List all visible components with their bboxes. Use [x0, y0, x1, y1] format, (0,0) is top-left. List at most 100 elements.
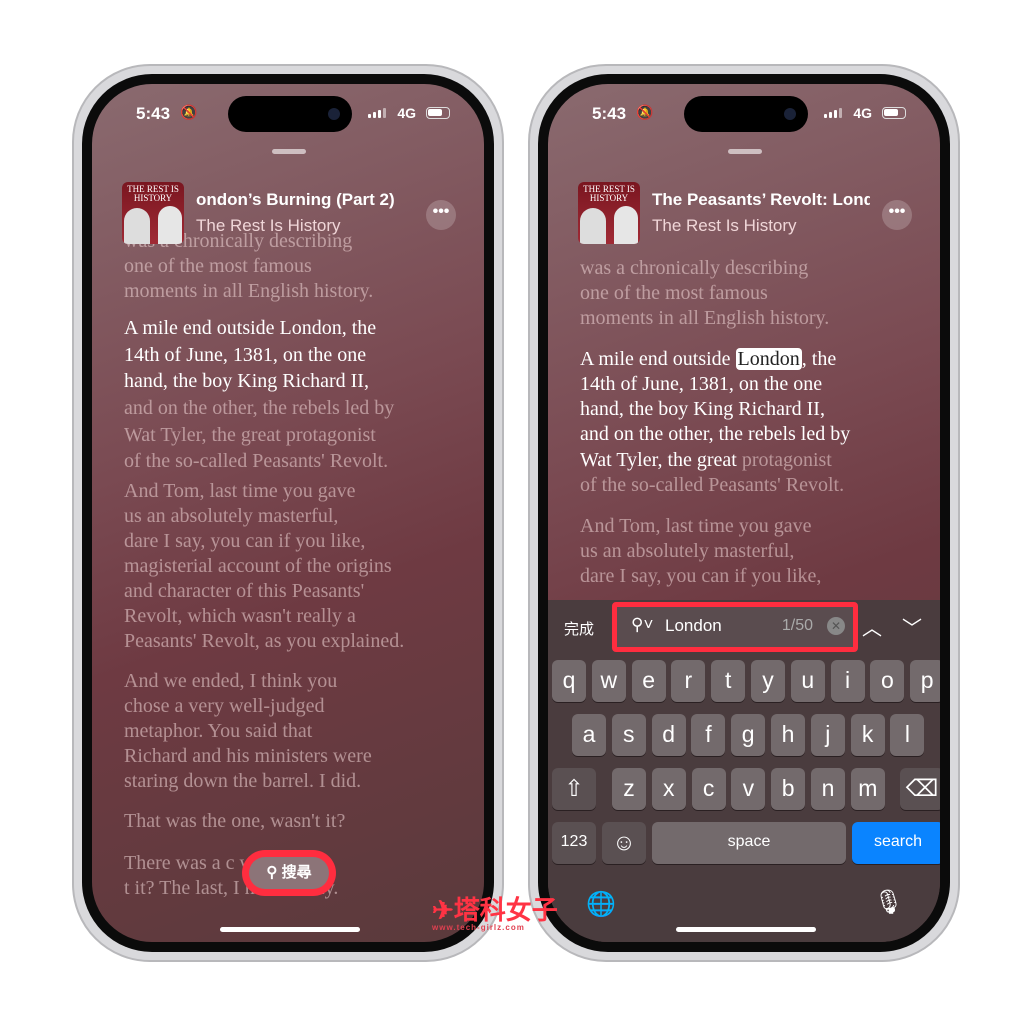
transcript-line[interactable]: and on the other, the rebels led by — [580, 423, 850, 446]
key-o[interactable]: o — [870, 660, 905, 702]
network-label: 4G — [853, 105, 872, 121]
sheet-grabber[interactable] — [728, 149, 762, 154]
transcript-line[interactable]: magisterial account of the origins — [124, 555, 392, 578]
key-i[interactable]: i — [830, 660, 865, 702]
signal-icon — [368, 108, 386, 118]
key-h[interactable]: h — [771, 714, 805, 756]
search-highlight: London — [735, 348, 802, 370]
transcript-line[interactable]: 14th of June, 1381, on the one — [124, 344, 366, 367]
transcript-line[interactable]: and on the other, the rebels led by — [124, 397, 394, 420]
transcript-line[interactable]: staring down the barrel. I did. — [124, 770, 361, 793]
dynamic-island — [684, 96, 808, 132]
signal-icon — [824, 108, 842, 118]
transcript-line[interactable]: one of the most famous — [580, 282, 768, 305]
battery-icon — [426, 107, 450, 119]
find-field[interactable]: ⚲˅ London 1/50 ✕ — [612, 602, 858, 652]
key-q[interactable]: q — [552, 660, 586, 702]
search-button[interactable]: ⚲ 搜尋 — [242, 850, 336, 896]
battery-icon — [882, 107, 906, 119]
key-s[interactable]: s — [611, 714, 646, 756]
key-k[interactable]: k — [850, 714, 885, 756]
transcript-line[interactable]: Richard and his ministers were — [124, 745, 372, 768]
transcript-line[interactable]: of the so-called Peasants' Revolt. — [124, 450, 388, 473]
status-time: 5:43 — [592, 104, 627, 123]
key-b[interactable]: b — [771, 768, 806, 810]
watermark-logo: ✈塔科女子 www.tech-girlz.com — [432, 895, 558, 932]
transcript-line[interactable]: 14th of June, 1381, on the one — [580, 373, 822, 396]
key-x[interactable]: x — [651, 768, 686, 810]
transcript-line[interactable]: moments in all English history. — [580, 307, 829, 330]
transcript-line[interactable]: And we ended, I think you — [124, 670, 337, 693]
key-w[interactable]: w — [591, 660, 626, 702]
key-v[interactable]: v — [731, 768, 766, 810]
next-match-button[interactable]: ﹀ — [902, 612, 922, 641]
transcript-line[interactable]: Revolt, which wasn't really a — [124, 605, 356, 628]
transcript-line[interactable]: us an absolutely masterful, — [124, 505, 338, 528]
home-indicator — [676, 927, 816, 932]
key-e[interactable]: e — [631, 660, 666, 702]
numbers-key[interactable]: 123 — [552, 822, 596, 864]
key-a[interactable]: a — [572, 714, 606, 756]
transcript-line[interactable]: and character of this Peasants' — [124, 580, 364, 603]
emoji-key[interactable]: ☺ — [602, 822, 646, 864]
previous-match-button[interactable]: ︿ — [862, 612, 882, 641]
space-key[interactable]: space — [652, 822, 846, 864]
transcript-line[interactable]: And Tom, last time you gave — [580, 515, 812, 538]
bell-slash-icon: 🔕 — [636, 104, 654, 120]
key-u[interactable]: u — [790, 660, 825, 702]
search-icon: ⚲ — [266, 864, 278, 881]
done-button[interactable]: 完成 — [564, 618, 594, 639]
find-input[interactable]: London — [665, 616, 722, 636]
search-button-label: 搜尋 — [281, 864, 312, 881]
microphone-icon[interactable]: 🎙 — [874, 888, 904, 917]
art-text: THE REST IS HISTORY — [583, 184, 635, 203]
transcript-line[interactable]: dare I say, you can if you like, — [124, 530, 365, 553]
key-m[interactable]: m — [850, 768, 885, 810]
transcript-line[interactable]: chose a very well-judged — [124, 695, 324, 718]
key-g[interactable]: g — [731, 714, 766, 756]
more-button[interactable]: ••• — [882, 200, 912, 230]
key-z[interactable]: z — [612, 768, 646, 810]
key-c[interactable]: c — [691, 768, 726, 810]
podcast-artwork[interactable]: THE REST IS HISTORY — [122, 182, 184, 244]
podcast-name[interactable]: The Rest Is History — [652, 216, 797, 236]
globe-icon[interactable]: 🌐 — [586, 890, 616, 919]
key-t[interactable]: t — [711, 660, 746, 702]
key-p[interactable]: p — [910, 660, 940, 702]
more-button[interactable]: ••• — [426, 200, 456, 230]
transcript-line[interactable]: hand, the boy King Richard II, — [580, 398, 825, 421]
podcast-artwork[interactable]: THE REST IS HISTORY — [578, 182, 640, 244]
transcript-line[interactable]: And Tom, last time you gave — [124, 480, 356, 503]
transcript-line[interactable]: Peasants' Revolt, as you explained. — [124, 630, 404, 653]
home-indicator — [220, 927, 360, 932]
clear-icon[interactable]: ✕ — [827, 617, 845, 635]
key-r[interactable]: r — [671, 660, 706, 702]
screen-left: 5:43 🔕 4G was a chronically describing on… — [92, 84, 484, 942]
transcript-line[interactable]: us an absolutely masterful, — [580, 540, 794, 563]
podcast-name[interactable]: The Rest Is History — [196, 216, 341, 236]
transcript-line[interactable]: Wat Tyler, the great protagonist — [124, 424, 376, 447]
transcript-line[interactable]: dare I say, you can if you like, — [580, 565, 821, 588]
phone-right: 5:43 🔕 4G was a chronically describing on… — [528, 64, 960, 962]
key-l[interactable]: l — [890, 714, 925, 756]
shift-key[interactable]: ⇧ — [552, 768, 596, 810]
transcript-line[interactable]: metaphor. You said that — [124, 720, 312, 743]
transcript-line[interactable]: A mile end outside London, the — [124, 317, 376, 340]
sheet-grabber[interactable] — [272, 149, 306, 154]
transcript-line[interactable]: was a chronically describing — [580, 257, 808, 280]
key-j[interactable]: j — [810, 714, 845, 756]
transcript-line[interactable]: That was the one, wasn't it? — [124, 810, 345, 833]
transcript-line[interactable]: moments in all English history. — [124, 280, 373, 303]
key-d[interactable]: d — [651, 714, 686, 756]
transcript-line[interactable]: hand, the boy King Richard II, — [124, 370, 369, 393]
delete-key[interactable]: ⌫ — [900, 768, 940, 810]
transcript-line[interactable]: of the so-called Peasants' Revolt. — [580, 474, 844, 497]
network-label: 4G — [397, 105, 416, 121]
transcript-line[interactable]: one of the most famous — [124, 255, 312, 278]
art-text: THE REST IS HISTORY — [127, 184, 179, 203]
search-options-icon[interactable]: ⚲˅ — [631, 615, 653, 635]
key-f[interactable]: f — [691, 714, 726, 756]
key-n[interactable]: n — [811, 768, 845, 810]
key-y[interactable]: y — [751, 660, 785, 702]
search-key[interactable]: search — [852, 822, 940, 864]
